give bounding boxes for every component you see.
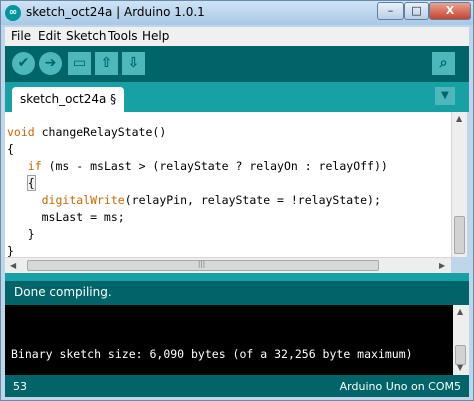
status-area: Done compiling.: [5, 281, 469, 305]
console-scrollbar[interactable]: ▲ ▼: [453, 305, 469, 375]
code-line[interactable]: msLast = ms;: [7, 209, 388, 226]
tab-menu-button[interactable]: ▼: [435, 87, 455, 105]
arduino-ide-window: ∞ sketch_oct24a | Arduino 1.0.1 – □ X Fi…: [0, 0, 474, 401]
menu-sketch[interactable]: Sketch: [66, 29, 106, 43]
window-title: sketch_oct24a | Arduino 1.0.1: [26, 5, 205, 19]
save-button[interactable]: ⇩: [122, 52, 145, 75]
magnifier-icon: ⌕: [439, 55, 448, 71]
code-editor[interactable]: void changeRelayState(){ if (ms - msLast…: [5, 112, 451, 257]
code-text[interactable]: void changeRelayState(){ if (ms - msLast…: [7, 124, 388, 257]
upload-button[interactable]: ➔: [39, 52, 62, 75]
menu-file[interactable]: File: [11, 29, 31, 43]
code-line[interactable]: }: [7, 243, 388, 257]
console-scroll-down-icon[interactable]: ▼: [457, 363, 463, 372]
close-button[interactable]: X: [429, 2, 471, 20]
maximize-button[interactable]: □: [404, 2, 429, 20]
verify-button[interactable]: ✔: [12, 52, 35, 75]
code-line[interactable]: {: [7, 175, 388, 192]
console-output[interactable]: Binary sketch size: 6,090 bytes (of a 32…: [5, 305, 453, 375]
tab-strip: sketch_oct24a § ▼: [5, 82, 469, 112]
scroll-up-icon[interactable]: ▲: [456, 114, 462, 123]
open-button[interactable]: ⇧: [95, 52, 118, 75]
code-line[interactable]: digitalWrite(relayPin, relayState = !rel…: [7, 192, 388, 209]
vertical-scroll-thumb[interactable]: [454, 216, 465, 254]
status-divider: [5, 273, 469, 281]
editor-horizontal-scrollbar[interactable]: ◀ ||| ▶: [5, 257, 451, 273]
line-number: 53: [13, 380, 27, 393]
save-arrow-down-icon: ⇩: [127, 55, 140, 71]
menu-edit[interactable]: Edit: [38, 29, 61, 43]
tab-sketch-oct24a[interactable]: sketch_oct24a §: [12, 87, 124, 112]
code-line[interactable]: }: [7, 226, 388, 243]
new-button[interactable]: ▭: [68, 52, 91, 75]
checkmark-icon: ✔: [17, 55, 30, 71]
console-scroll-thumb[interactable]: [455, 345, 466, 365]
arduino-logo-icon: ∞: [5, 5, 21, 21]
board-port-label: Arduino Uno on COM5: [339, 380, 461, 393]
chevron-down-icon: ▼: [441, 90, 449, 101]
menu-help[interactable]: Help: [142, 29, 169, 43]
status-message: Done compiling.: [14, 285, 112, 299]
scroll-left-icon[interactable]: ◀: [10, 261, 16, 270]
toolbar: ✔ ➔ ▭ ⇧ ⇩ ⌕: [5, 46, 469, 82]
scroll-grip-icon: |||: [198, 260, 206, 268]
menu-tools[interactable]: Tools: [108, 29, 138, 43]
new-file-icon: ▭: [72, 55, 87, 71]
console-text: Binary sketch size: 6,090 bytes (of a 32…: [11, 347, 413, 361]
editor-vertical-scrollbar[interactable]: ▲: [451, 112, 467, 257]
tab-label: sketch_oct24a §: [20, 92, 117, 106]
open-arrow-up-icon: ⇧: [100, 55, 113, 71]
scroll-right-icon[interactable]: ▶: [439, 261, 445, 270]
right-arrow-icon: ➔: [44, 55, 57, 71]
menu-bar: File Edit Sketch Tools Help: [5, 27, 469, 46]
code-line[interactable]: void changeRelayState(): [7, 124, 388, 141]
minimize-button[interactable]: –: [377, 2, 404, 20]
serial-monitor-button[interactable]: ⌕: [432, 52, 455, 75]
code-line[interactable]: {: [7, 141, 388, 158]
console-scroll-up-icon[interactable]: ▲: [457, 307, 463, 316]
title-bar[interactable]: ∞ sketch_oct24a | Arduino 1.0.1 – □ X: [1, 1, 473, 25]
footer-bar: 53 Arduino Uno on COM5: [5, 375, 469, 397]
code-line[interactable]: if (ms - msLast > (relayState ? relayOn …: [7, 158, 388, 175]
